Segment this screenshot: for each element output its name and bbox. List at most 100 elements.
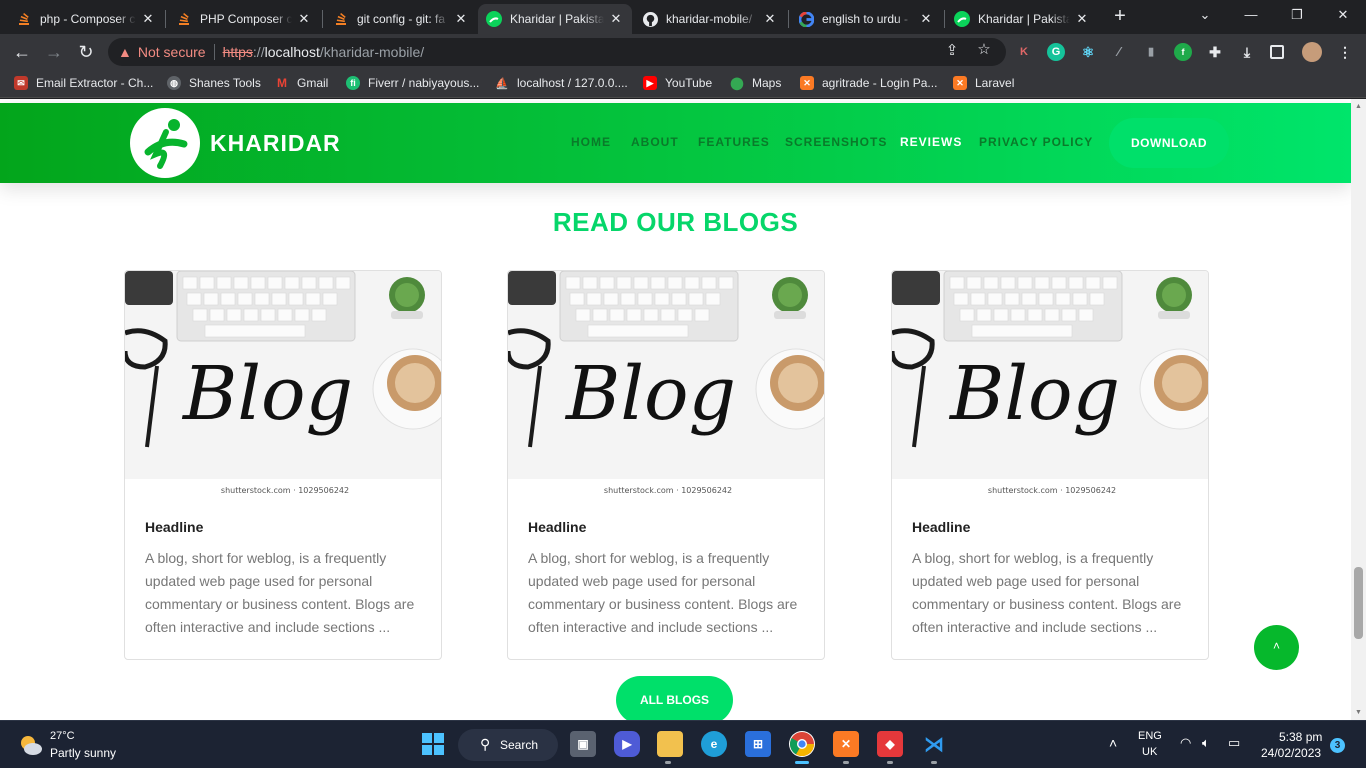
file-explorer-icon[interactable] xyxy=(657,731,683,757)
nav-about[interactable]: ABOUT xyxy=(631,135,679,149)
minimize-button[interactable]: — xyxy=(1228,0,1274,32)
nav-reviews[interactable]: REVIEWS xyxy=(900,135,962,149)
globe-icon: ◍ xyxy=(167,76,181,90)
page-scrollbar[interactable]: ▲ ▼ xyxy=(1351,99,1366,720)
scroll-up-arrow-icon[interactable]: ▲ xyxy=(1355,103,1362,110)
svg-text:Blog: Blog xyxy=(181,351,353,437)
bookmark-gmail[interactable]: M Gmail xyxy=(275,76,328,90)
download-icon[interactable]: ⤓ xyxy=(1238,43,1256,61)
blog-card[interactable]: Blog shutterstock.com · 1029506242 Headl… xyxy=(507,270,825,660)
windows-start-icon[interactable] xyxy=(420,731,446,757)
bookmark-maps[interactable]: ⬤ Maps xyxy=(730,76,781,90)
blog-card[interactable]: Blog shutterstock.com · 1029506242 Headl… xyxy=(891,270,1209,660)
address-bar[interactable]: ▲ Not secure https://localhost/kharidar-… xyxy=(108,38,1006,66)
page-viewport: KHARIDAR HOME ABOUT FEATURES SCREENSHOTS… xyxy=(0,99,1366,720)
scroll-down-arrow-icon[interactable]: ▼ xyxy=(1355,709,1362,716)
restore-button[interactable]: ❐ xyxy=(1274,0,1320,32)
reload-button[interactable]: ↻ xyxy=(74,40,98,64)
close-tab-icon[interactable]: ✕ xyxy=(918,11,934,27)
bookmark-laravel[interactable]: ✕ Laravel xyxy=(953,76,1014,90)
kharidar-logo-icon[interactable] xyxy=(130,108,200,178)
side-panel-icon[interactable] xyxy=(1270,45,1284,59)
xampp-icon: ✕ xyxy=(953,76,967,90)
close-tab-icon[interactable]: ✕ xyxy=(453,11,469,27)
task-view-icon[interactable]: ▣ xyxy=(570,731,596,757)
battery-icon[interactable]: ▭ xyxy=(1228,735,1240,751)
new-tab-button[interactable]: + xyxy=(1109,6,1131,28)
vscode-icon[interactable]: ⋊ xyxy=(921,731,947,757)
email-extractor-icon: ✉ xyxy=(14,76,28,90)
all-blogs-button[interactable]: ALL BLOGS xyxy=(616,676,733,720)
volume-icon[interactable]: 🔈︎ xyxy=(1202,735,1210,751)
blog-headline[interactable]: Headline xyxy=(145,519,203,535)
ext-fiverr-icon[interactable]: f xyxy=(1174,43,1192,61)
forward-button[interactable]: → xyxy=(42,40,66,64)
warning-icon: ▲ xyxy=(118,44,132,60)
wifi-icon[interactable]: ◠ xyxy=(1180,735,1191,751)
weather-icon[interactable] xyxy=(18,733,44,762)
edge-icon[interactable]: e xyxy=(701,731,727,757)
gmail-icon: M xyxy=(277,76,287,90)
tray-overflow-chevron-icon[interactable]: ˄ xyxy=(1109,735,1117,751)
github-icon xyxy=(642,11,658,27)
close-window-button[interactable]: ✕ xyxy=(1320,0,1366,32)
clock-date[interactable]: 24/02/2023 xyxy=(1261,746,1321,760)
close-tab-icon[interactable]: ✕ xyxy=(296,11,312,27)
tab-search-chevron-icon[interactable]: ⌄ xyxy=(1182,0,1228,32)
teams-chat-icon[interactable]: ▶ xyxy=(614,731,640,757)
tab-kharidar-2[interactable]: Kharidar | Pakista ✕ xyxy=(946,4,1098,34)
blog-headline[interactable]: Headline xyxy=(528,519,586,535)
scroll-to-top-button[interactable]: ˄ xyxy=(1254,625,1299,670)
close-tab-icon[interactable]: ✕ xyxy=(140,11,156,27)
bookmarks-bar: ✉ Email Extractor - Ch... ◍ Shanes Tools M… xyxy=(0,70,1366,98)
bookmark-email-extractor[interactable]: ✉ Email Extractor - Ch... xyxy=(14,76,153,90)
anydesk-icon[interactable]: ◆ xyxy=(877,731,903,757)
tab-php-composer-2[interactable]: PHP Composer ca ✕ xyxy=(168,4,320,34)
scrollbar-thumb[interactable] xyxy=(1354,567,1363,639)
bookmark-localhost[interactable]: ⛵ localhost / 127.0.0.... xyxy=(495,76,628,90)
xampp-icon[interactable]: ✕ xyxy=(833,731,859,757)
close-tab-icon[interactable]: ✕ xyxy=(762,11,778,27)
bookmark-shanes-tools[interactable]: ◍ Shanes Tools xyxy=(167,76,261,90)
tab-php-composer[interactable]: php - Composer c ✕ xyxy=(8,4,164,34)
profile-avatar[interactable] xyxy=(1302,42,1322,62)
tab-git-config[interactable]: git config - git: fa ✕ xyxy=(325,4,477,34)
bookmark-star-icon[interactable]: ☆ xyxy=(974,40,994,58)
not-secure-label[interactable]: Not secure xyxy=(138,44,206,60)
notification-badge[interactable]: 3 xyxy=(1330,738,1345,753)
language-code[interactable]: ENG xyxy=(1138,730,1162,742)
blog-headline[interactable]: Headline xyxy=(912,519,970,535)
back-button[interactable]: ← xyxy=(10,40,34,64)
weather-temperature[interactable]: 27°C xyxy=(50,730,75,742)
nav-home[interactable]: HOME xyxy=(571,135,611,149)
brand-name[interactable]: KHARIDAR xyxy=(210,130,341,157)
microsoft-store-icon[interactable]: ⊞ xyxy=(745,731,771,757)
react-devtools-icon[interactable]: ⚛ xyxy=(1079,43,1097,61)
ext-k-icon[interactable]: K xyxy=(1015,43,1033,61)
close-tab-icon[interactable]: ✕ xyxy=(1074,11,1090,27)
download-button[interactable]: DOWNLOAD xyxy=(1109,118,1229,168)
weather-condition[interactable]: Partly sunny xyxy=(50,746,116,760)
extensions-puzzle-icon[interactable]: ✚ xyxy=(1206,43,1224,61)
bookmark-agritrade[interactable]: ✕ agritrade - Login Pa... xyxy=(800,76,937,90)
menu-kebab-icon[interactable]: ⋮ xyxy=(1336,43,1354,61)
tab-github[interactable]: kharidar-mobile/ ✕ xyxy=(634,4,786,34)
language-region[interactable]: UK xyxy=(1142,746,1157,758)
blog-card[interactable]: Blog shutterstock.com · 1029506242 Headl… xyxy=(124,270,442,660)
bookmark-fiverr[interactable]: fi Fiverr / nabiyayous... xyxy=(346,76,479,90)
clock-time[interactable]: 5:38 pm xyxy=(1279,730,1322,744)
tab-kharidar-active[interactable]: Kharidar | Pakista ✕ xyxy=(478,4,632,34)
nav-screenshots[interactable]: SCREENSHOTS xyxy=(785,135,887,149)
share-icon[interactable]: ⇪ xyxy=(942,41,962,59)
tab-strip: php - Composer c ✕ PHP Composer ca ✕ git… xyxy=(0,0,1366,34)
ext-grammarly-icon[interactable]: G xyxy=(1047,43,1065,61)
nav-features[interactable]: FEATURES xyxy=(698,135,770,149)
tab-english-to-urdu[interactable]: english to urdu - ✕ xyxy=(790,4,942,34)
eyedropper-icon[interactable]: ⁄ xyxy=(1110,43,1128,61)
chrome-icon[interactable] xyxy=(789,731,815,757)
bookmark-youtube[interactable]: ▶ YouTube xyxy=(643,76,712,90)
close-tab-icon[interactable]: ✕ xyxy=(608,11,624,27)
taskbar-search[interactable]: ⚲ Search xyxy=(458,729,558,761)
nav-privacy-policy[interactable]: PRIVACY POLICY xyxy=(979,135,1093,149)
ext-generic-icon[interactable]: ▮ xyxy=(1142,43,1160,61)
